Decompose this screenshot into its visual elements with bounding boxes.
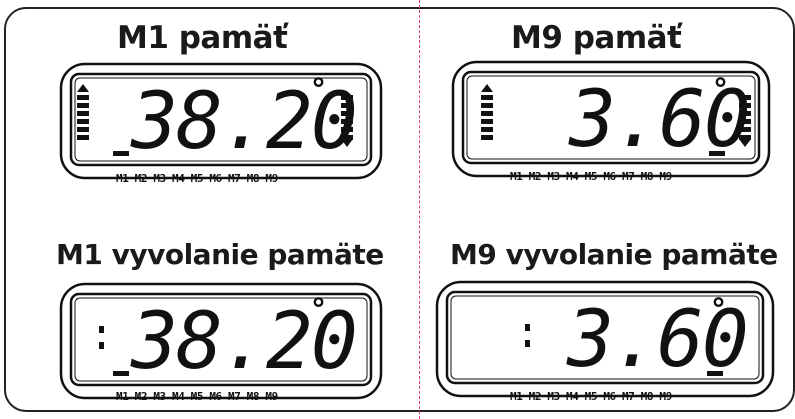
panel-divider (419, 0, 420, 419)
memory-slot-labels: M1 M2 M3 M4 M5 M6 M7 M8 M9 (510, 170, 672, 183)
lcd-display-m9-recall: 3.60 ° (435, 280, 775, 398)
recall-indicator-icon (525, 324, 530, 347)
panel-title-m1-recall: M1 vyvolanie pamäte (56, 238, 384, 271)
battery-bars-left-icon (77, 84, 89, 140)
degree-symbol: ° (713, 73, 728, 108)
memory-cursor-m1 (113, 151, 129, 156)
memory-slot-labels: M1 M2 M3 M4 M5 M6 M7 M8 M9 (510, 390, 672, 403)
degree-symbol: ° (711, 293, 726, 328)
lcd-display-m9-memory: 3.60 ° (451, 60, 771, 178)
battery-bars-left-icon (481, 84, 493, 140)
panel-title-m9-recall: M9 vyvolanie pamäte (450, 238, 778, 271)
lcd-display-m1-memory: 38.20 ° (59, 62, 383, 180)
panel-title-m9-memory: M9 pamäť (511, 20, 682, 56)
recall-indicator-icon (99, 326, 104, 349)
memory-slot-labels: M1 M2 M3 M4 M5 M6 M7 M8 M9 (116, 390, 278, 403)
degree-symbol: ° (311, 73, 326, 108)
panel-title-m1-memory: M1 pamäť (117, 20, 288, 56)
lcd-display-m1-recall: 38.20 ° (59, 282, 383, 400)
memory-slot-labels: M1 M2 M3 M4 M5 M6 M7 M8 M9 (116, 172, 278, 185)
degree-symbol: ° (311, 293, 326, 328)
memory-cursor-m1 (113, 371, 129, 376)
